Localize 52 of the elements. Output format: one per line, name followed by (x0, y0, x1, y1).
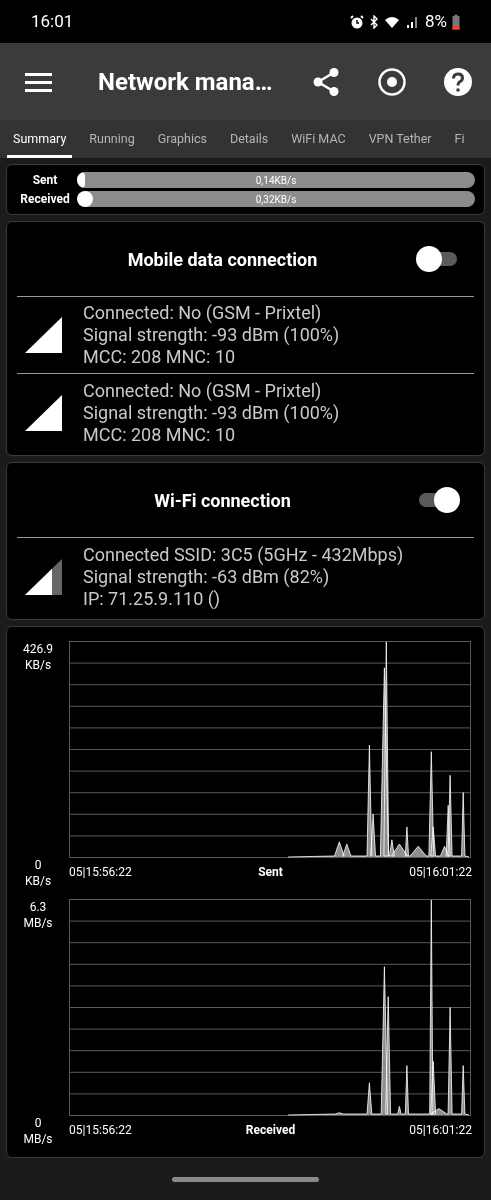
info-text: MCC: 208 MNC: 10 (83, 423, 237, 446)
share-icon[interactable] (313, 67, 339, 96)
rate-label: Sent (31, 172, 59, 189)
graph-title: Sent (258, 864, 283, 881)
help-icon[interactable] (444, 67, 472, 96)
graph-title: Received (245, 1122, 296, 1139)
tab[interactable]: Fi (448, 120, 471, 158)
info-text: Connected: No (GSM - Prixtel) (83, 302, 323, 324)
battery-icon (452, 13, 460, 30)
axis-label: 05|16:01:22 (409, 1122, 472, 1139)
info-text: MCC: 208 MNC: 10 (83, 346, 237, 368)
axis-label: MB/s (23, 915, 53, 931)
tab[interactable]: VPN Tether (362, 120, 438, 158)
axis-label: KB/s (24, 873, 52, 889)
bluetooth-icon (369, 14, 379, 29)
tab[interactable]: Running (83, 120, 141, 158)
info-text: Signal strength: -93 dBm (100%) (83, 324, 340, 346)
tab[interactable]: Summary (7, 120, 73, 158)
signal-triangle-icon (25, 394, 62, 431)
axis-label: 05|15:56:22 (69, 864, 132, 881)
tab[interactable]: WiFi MAC (285, 120, 352, 158)
app-title: Network mana… (98, 66, 273, 98)
tab[interactable]: Details (223, 120, 275, 158)
info-text: Connected: No (GSM - Prixtel) (83, 379, 323, 402)
menu-icon[interactable] (24, 71, 52, 92)
axis-label: MB/s (23, 1131, 53, 1147)
axis-label: 05|15:56:22 (69, 1122, 132, 1139)
card-title: Mobile data connection (126, 247, 319, 272)
clock-time: 16:01 (31, 9, 74, 33)
wifi-icon (384, 14, 401, 29)
axis-label: 05|16:01:22 (409, 864, 472, 881)
signal-triangle-icon (25, 317, 62, 353)
info-text: Connected SSID: 3C5 (5GHz - 432Mbps) (83, 543, 404, 566)
info-text: Signal strength: -93 dBm (100%) (83, 401, 340, 424)
axis-label: 0 (34, 857, 42, 873)
tab[interactable]: Graphics (151, 120, 213, 158)
rate-reading: 0,14KB/s (255, 173, 297, 188)
axis-label: 6.3 (29, 899, 47, 915)
axis-label: 426.9 (22, 641, 54, 657)
rate-label: Received (19, 191, 71, 208)
rate-reading: 0,32KB/s (255, 192, 297, 207)
info-text: IP: 71.25.9.110 () (83, 587, 222, 610)
signal-icon (406, 14, 418, 29)
home-indicator[interactable] (172, 1176, 319, 1182)
record-icon[interactable] (378, 67, 406, 96)
battery-percent: 8% (425, 9, 447, 33)
signal-triangle-icon (25, 558, 62, 595)
axis-label: 0 (34, 1115, 42, 1131)
info-text: Signal strength: -63 dBm (82%) (83, 565, 331, 588)
alarm-icon (350, 14, 364, 29)
card-title: Wi-Fi connection (153, 488, 292, 513)
axis-label: KB/s (24, 657, 52, 673)
